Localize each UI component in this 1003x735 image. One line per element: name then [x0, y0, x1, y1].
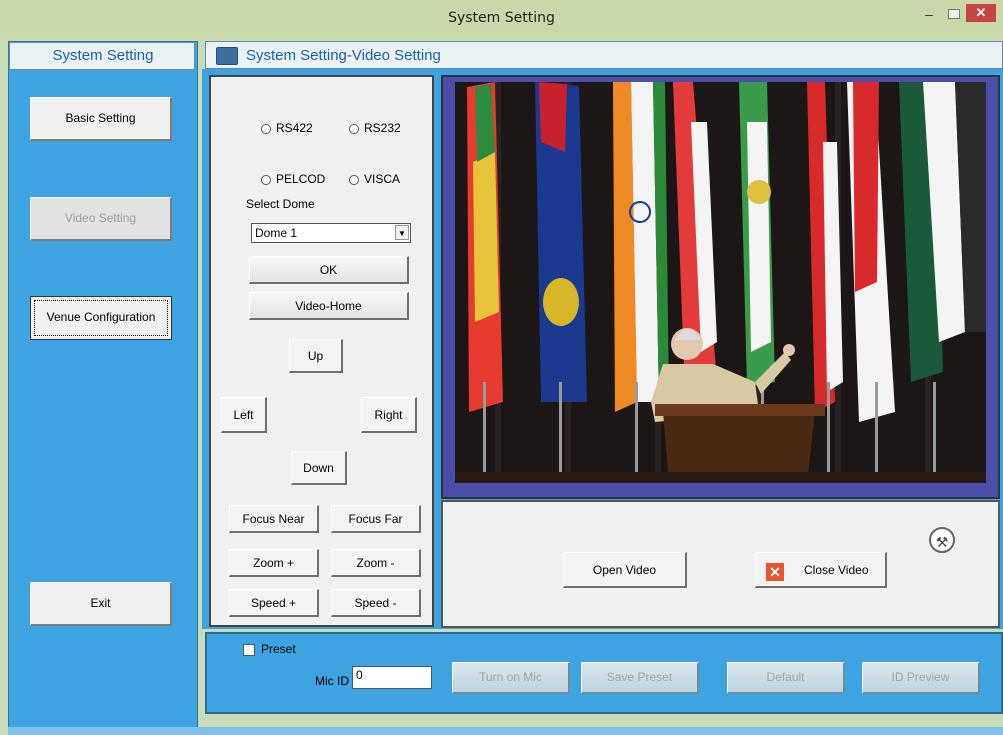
minimize-button[interactable]: – [922, 7, 936, 22]
mic-id-label: Mic ID [315, 674, 349, 688]
radio-visca[interactable]: VISCA [349, 172, 400, 186]
exit-button[interactable]: Exit [30, 582, 172, 626]
radio-visca-label: VISCA [364, 172, 401, 186]
radio-rs232-label: RS232 [364, 121, 401, 135]
speed-down-button[interactable]: Speed - [331, 589, 421, 617]
wrench-icon[interactable]: ⚒ [929, 527, 955, 553]
radio-icon [261, 123, 271, 134]
video-preview [455, 82, 986, 483]
mic-id-input[interactable]: 0 [352, 666, 432, 689]
zoom-in-button[interactable]: Zoom + [229, 549, 319, 577]
dome-select-value: Dome 1 [255, 226, 298, 240]
maximize-button[interactable] [948, 9, 960, 19]
pan-right-button[interactable]: Right [361, 397, 417, 433]
video-scene [455, 82, 986, 483]
video-home-button[interactable]: Video-Home [249, 292, 409, 320]
video-controls-panel: Open Video ✕ Close Video ⚒ [441, 500, 1000, 628]
content-header: System Setting-Video Setting [205, 41, 1003, 69]
radio-icon [349, 174, 359, 185]
radio-pelcod-label: PELCOD [276, 172, 326, 186]
select-dome-label: Select Dome [246, 197, 315, 211]
close-video-label: Close Video [804, 563, 869, 577]
speed-up-button[interactable]: Speed + [229, 589, 319, 617]
close-video-button[interactable]: ✕ Close Video [755, 552, 887, 588]
radio-rs422-label: RS422 [276, 121, 313, 135]
focus-far-button[interactable]: Focus Far [331, 505, 421, 533]
close-window-button[interactable]: ✕ [966, 4, 996, 22]
focus-near-button[interactable]: Focus Near [229, 505, 319, 533]
venue-configuration-button[interactable]: Venue Configuration [30, 296, 172, 340]
sidebar-header: System Setting [9, 42, 195, 70]
save-preset-button[interactable]: Save Preset [581, 662, 699, 694]
radio-icon [349, 123, 359, 134]
id-preview-button[interactable]: ID Preview [862, 662, 980, 694]
radio-rs232[interactable]: RS232 [349, 121, 401, 135]
radio-pelcod[interactable]: PELCOD [261, 172, 325, 186]
window-title: System Setting [448, 10, 555, 26]
open-video-button[interactable]: Open Video [563, 552, 687, 588]
video-setting-button[interactable]: Video Setting [30, 197, 172, 241]
radio-rs422[interactable]: RS422 [261, 121, 313, 135]
camera-control-panel: RS422 RS232 PELCOD VISCA Select Dome Dom… [209, 75, 434, 627]
pan-left-button[interactable]: Left [221, 397, 267, 433]
status-bar [8, 727, 1003, 735]
preset-checkbox[interactable] [243, 644, 255, 656]
settings-window-icon [216, 47, 238, 65]
chevron-down-icon[interactable]: ▼ [395, 225, 409, 240]
basic-setting-button[interactable]: Basic Setting [30, 97, 172, 141]
preset-panel: Preset Mic ID 0 Turn on Mic Save Preset … [205, 632, 1003, 714]
sidebar: System Setting Basic Setting Video Setti… [8, 41, 198, 728]
sidebar-title: System Setting [52, 47, 154, 64]
page-title: System Setting-Video Setting [246, 47, 441, 64]
default-button[interactable]: Default [727, 662, 845, 694]
preset-label: Preset [261, 642, 296, 656]
turn-on-mic-button[interactable]: Turn on Mic [452, 662, 570, 694]
radio-icon [261, 174, 271, 185]
dome-select[interactable]: Dome 1 ▼ [251, 223, 411, 243]
pan-up-button[interactable]: Up [289, 339, 343, 373]
close-x-icon: ✕ [766, 563, 784, 581]
pan-down-button[interactable]: Down [291, 451, 347, 485]
zoom-out-button[interactable]: Zoom - [331, 549, 421, 577]
ok-button[interactable]: OK [249, 256, 409, 284]
